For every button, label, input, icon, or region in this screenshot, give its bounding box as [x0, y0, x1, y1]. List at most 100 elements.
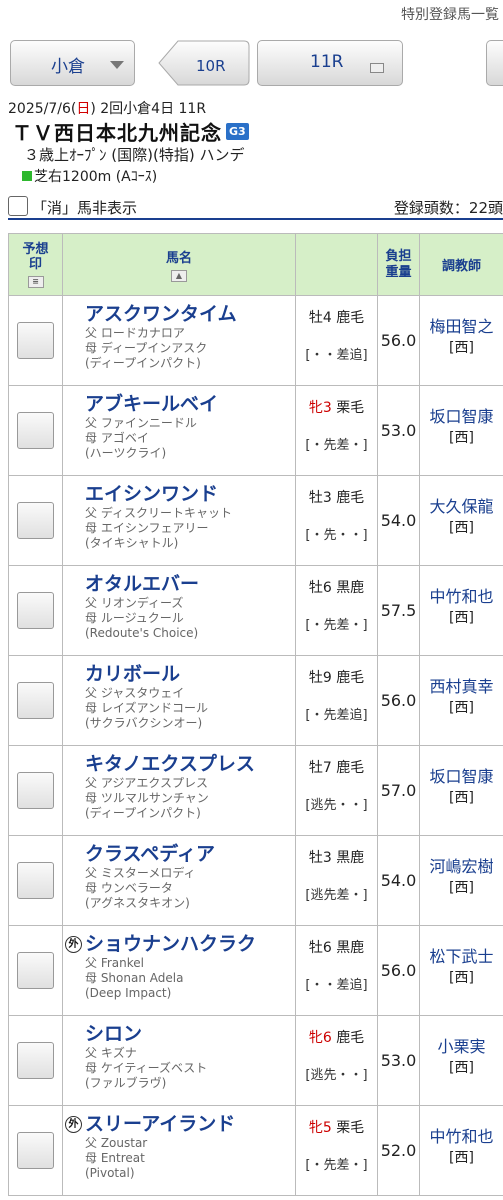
- mark-cell: [8, 745, 63, 836]
- weight-cell: 56.0: [377, 655, 420, 746]
- prediction-mark-button[interactable]: [17, 1132, 54, 1169]
- special-entry-list-link[interactable]: 特別登録馬一覧: [401, 4, 499, 24]
- prediction-mark-button[interactable]: [17, 592, 54, 629]
- sort-asc-icon[interactable]: ▲: [171, 270, 187, 282]
- damsire: (Pivotal): [85, 1166, 135, 1180]
- horse-name-link[interactable]: シロン: [85, 1022, 295, 1046]
- scratched-toggle-row: 「消」馬非表示 登録頭数：22頭: [8, 195, 503, 220]
- table-header: 予想印 ≡ 馬名 ▲ 負担重量 調教師: [8, 233, 503, 296]
- race-info: 2025/7/6(日) 2回小倉4日 11R ＴＶ西日本北九州記念 G3 ３歳上ｵ…: [8, 98, 503, 186]
- col-weight: 負担重量: [377, 233, 420, 296]
- dam: 母 ツルマルサンチャン: [85, 791, 209, 805]
- prediction-mark-button[interactable]: [17, 502, 54, 539]
- mark-cell: [8, 925, 63, 1016]
- prediction-mark-button[interactable]: [17, 682, 54, 719]
- prediction-mark-button[interactable]: [17, 862, 54, 899]
- mark-cell: [8, 475, 63, 566]
- mark-cell: [8, 1015, 63, 1106]
- horse-name-link[interactable]: アブキールベイ: [85, 392, 295, 416]
- venue-label: 小倉: [51, 57, 85, 77]
- horse-name-link[interactable]: アスクワンタイム: [85, 302, 295, 326]
- weight-cell: 57.5: [377, 565, 420, 656]
- trainer-link[interactable]: 坂口智康: [420, 406, 503, 428]
- trainer-location: [西]: [449, 430, 474, 446]
- coat: 鹿毛: [336, 310, 365, 326]
- horse-cell: エイシンワンド父 ディスクリートキャット母 エイシンフェアリー (タイキシャトル): [62, 475, 296, 566]
- weight-cell: 53.0: [377, 1015, 420, 1106]
- coat: 黒鹿: [336, 940, 365, 956]
- coat: 鹿毛: [336, 760, 365, 776]
- horse-name-link[interactable]: 外スリーアイランド: [65, 1112, 295, 1136]
- horse-name-link[interactable]: 外ショウナンハクラク: [65, 932, 295, 956]
- mark-cell: [8, 385, 63, 476]
- damsire: (Redoute's Choice): [85, 626, 199, 640]
- prediction-mark-button[interactable]: [17, 952, 54, 989]
- race-date: 2025/7/6(日) 2回小倉4日 11R: [8, 101, 207, 117]
- current-race-button[interactable]: 11R: [257, 40, 403, 86]
- trainer-link[interactable]: 坂口智康: [420, 766, 503, 788]
- sex: 牡: [308, 850, 323, 866]
- damsire: (サクラバクシンオー): [85, 716, 203, 730]
- trainer-link[interactable]: 西村真幸: [420, 676, 503, 698]
- divider: [8, 218, 503, 220]
- running-style: [・・差追]: [305, 348, 368, 363]
- horse-cell: シロン父 キズナ母 ケイティーズベスト (ファルブラヴ): [62, 1015, 296, 1106]
- horse-cell: アスクワンタイム父 ロードカナロア母 ディープインアスク (ディープインパクト): [62, 295, 296, 386]
- trainer-link[interactable]: 梅田智之: [420, 316, 503, 338]
- table-row: 外スリーアイランド父 Zoustar 母 Entreat (Pivotal) 牝5 栗…: [8, 1105, 503, 1196]
- running-style: [・先差・]: [305, 1158, 368, 1173]
- table-row: カリボール父 ジャスタウェイ母 レイズアンドコール (サクラバクシンオー) 牡9 鹿…: [8, 655, 503, 746]
- horse-name-link[interactable]: オタルエバー: [85, 572, 295, 596]
- hide-scratched-checkbox[interactable]: [8, 196, 28, 216]
- running-style: [・先・・]: [305, 528, 368, 543]
- trainer-link[interactable]: 松下武士: [420, 946, 503, 968]
- dam: 母 エイシンフェアリー: [85, 521, 209, 535]
- weight-cell: 54.0: [377, 475, 420, 566]
- coat: 鹿毛: [336, 1030, 365, 1046]
- sire: 父 ジャスタウェイ: [85, 686, 185, 700]
- venue-select[interactable]: 小倉: [10, 40, 135, 86]
- weight-cell: 56.0: [377, 295, 420, 386]
- mark-cell: [8, 1105, 63, 1196]
- sex-age-cell: 牡6 黒鹿 [・・差追]: [295, 925, 378, 1016]
- horse-name-link[interactable]: クラスペディア: [85, 842, 295, 866]
- trainer-location: [西]: [449, 790, 474, 806]
- horse-name-link[interactable]: キタノエクスプレス: [85, 752, 295, 776]
- sire: 父 ミスターメロディ: [85, 866, 196, 880]
- trainer-cell: 中竹和也 [西]: [419, 1105, 503, 1196]
- horse-name-link[interactable]: カリボール: [85, 662, 295, 686]
- prediction-mark-button[interactable]: [17, 1042, 54, 1079]
- age: 7: [322, 760, 332, 776]
- prediction-mark-button[interactable]: [17, 322, 54, 359]
- coat: 黒鹿: [336, 580, 365, 596]
- next-race-button[interactable]: [486, 40, 503, 86]
- trainer-link[interactable]: 中竹和也: [420, 586, 503, 608]
- trainer-link[interactable]: 河嶋宏樹: [420, 856, 503, 878]
- sex: 牡: [308, 580, 323, 596]
- trainer-cell: 大久保龍 [西]: [419, 475, 503, 566]
- sex-age-cell: 牡6 黒鹿 [・先差・]: [295, 565, 378, 656]
- entry-count: 登録頭数：22頭: [393, 199, 503, 217]
- horse-name-link[interactable]: エイシンワンド: [85, 482, 295, 506]
- trainer-link[interactable]: 中竹和也: [420, 1126, 503, 1148]
- race-course: 芝右1200m (Aｺｰｽ): [22, 166, 503, 186]
- prediction-mark-button[interactable]: [17, 772, 54, 809]
- race-nav: 小倉 10R 11R: [10, 40, 503, 86]
- prev-race-button[interactable]: 10R: [158, 40, 250, 86]
- weight-cell: 57.0: [377, 745, 420, 836]
- sex: 牡: [308, 490, 323, 506]
- trainer-link[interactable]: 小栗実: [420, 1036, 503, 1058]
- weight-cell: 54.0: [377, 835, 420, 926]
- coat: 栗毛: [336, 400, 365, 416]
- trainer-link[interactable]: 大久保龍: [420, 496, 503, 518]
- sex: 牡: [308, 310, 323, 326]
- hide-scratched-label: 「消」馬非表示: [32, 199, 138, 217]
- sex: 牡: [308, 760, 323, 776]
- trainer-location: [西]: [449, 610, 474, 626]
- table-row: アブキールベイ父 ファインニードル母 アゴベイ (ハーツクライ) 牝3 栗毛 [・先差…: [8, 385, 503, 476]
- table-row: 外ショウナンハクラク父 Frankel 母 Shonan Adela (Deep I…: [8, 925, 503, 1016]
- prediction-mark-button[interactable]: [17, 412, 54, 449]
- age: 4: [322, 310, 332, 326]
- sort-icon[interactable]: ≡: [27, 275, 44, 288]
- age: 5: [322, 1120, 332, 1136]
